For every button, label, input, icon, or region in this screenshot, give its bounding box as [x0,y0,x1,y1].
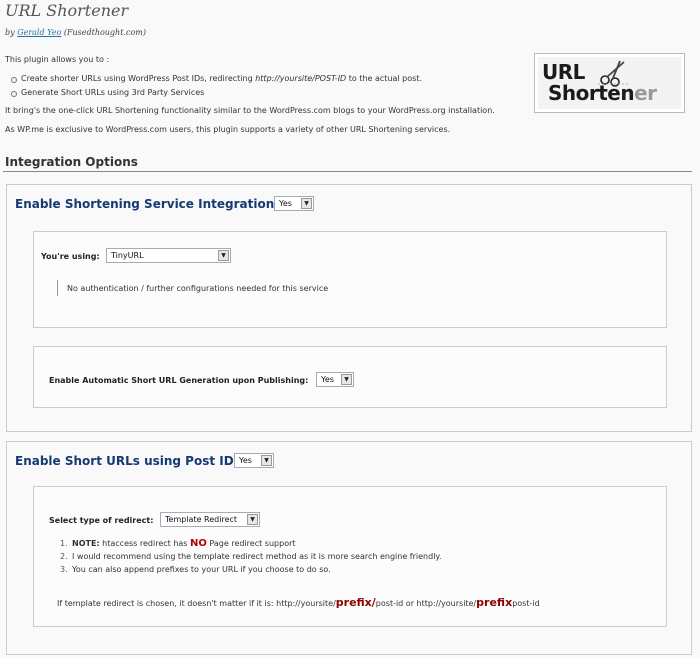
author-link[interactable]: Gerald Yeo [17,28,61,37]
service-integration-select[interactable]: Yes ▼ [274,196,314,211]
service-note: No authentication / further configuratio… [67,284,329,293]
service-using-label: You're using: [41,252,100,261]
note-divider [57,280,58,296]
chevron-down-icon: ▼ [247,514,258,525]
section-heading-integration: Integration Options [5,155,138,169]
logo-text-shortener: Shortener [548,81,657,105]
auto-generation-label: Enable Automatic Short URL Generation up… [49,376,309,385]
chevron-down-icon: ▼ [301,198,312,209]
plugin-title: URL Shortener [5,1,129,20]
redirect-type-select[interactable]: Template Redirect ▼ [160,512,260,527]
auto-generation-select[interactable]: Yes ▼ [316,372,354,387]
byline: by Gerald Yeo (Fusedthought.com) [5,28,146,37]
list-item: Generate Short URLs using 3rd Party Serv… [10,86,422,100]
service-provider-select[interactable]: TinyURL ▼ [106,248,231,263]
by-prefix: by [5,28,15,37]
intro-paragraph-2: As WP.me is exclusive to WordPress.com u… [5,125,451,134]
feature-list: Create shorter URLs using WordPress Post… [10,72,422,100]
post-id-select[interactable]: Yes ▼ [234,453,274,468]
list-item: 3. You can also append prefixes to your U… [60,565,331,574]
service-integration-title: Enable Shortening Service Integration: [15,197,280,211]
chevron-down-icon: ▼ [261,455,272,466]
author-site: (Fusedthought.com) [63,28,146,37]
intro-lead: This plugin allows you to : [5,55,110,64]
post-id-title: Enable Short URLs using Post ID: [15,454,239,468]
redirect-type-label: Select type of redirect: [49,516,154,525]
template-redirect-example: If template redirect is chosen, it doesn… [57,596,540,609]
list-item: Create shorter URLs using WordPress Post… [10,72,422,86]
service-config-box [33,231,667,328]
list-item: 2. I would recommend using the template r… [60,552,442,561]
plugin-logo: URL Shortener [534,53,685,113]
section-divider [3,171,692,172]
intro-paragraph-1: It bring's the one-click URL Shortening … [5,106,495,115]
redirect-notes-list: 1. NOTE: htaccess redirect has NO Page re… [60,537,442,576]
chevron-down-icon: ▼ [341,374,352,385]
list-item: 1. NOTE: htaccess redirect has NO Page re… [60,538,296,549]
service-integration-panel: Enable Shortening Service Integration: Y… [6,184,692,432]
chevron-down-icon: ▼ [218,250,229,261]
